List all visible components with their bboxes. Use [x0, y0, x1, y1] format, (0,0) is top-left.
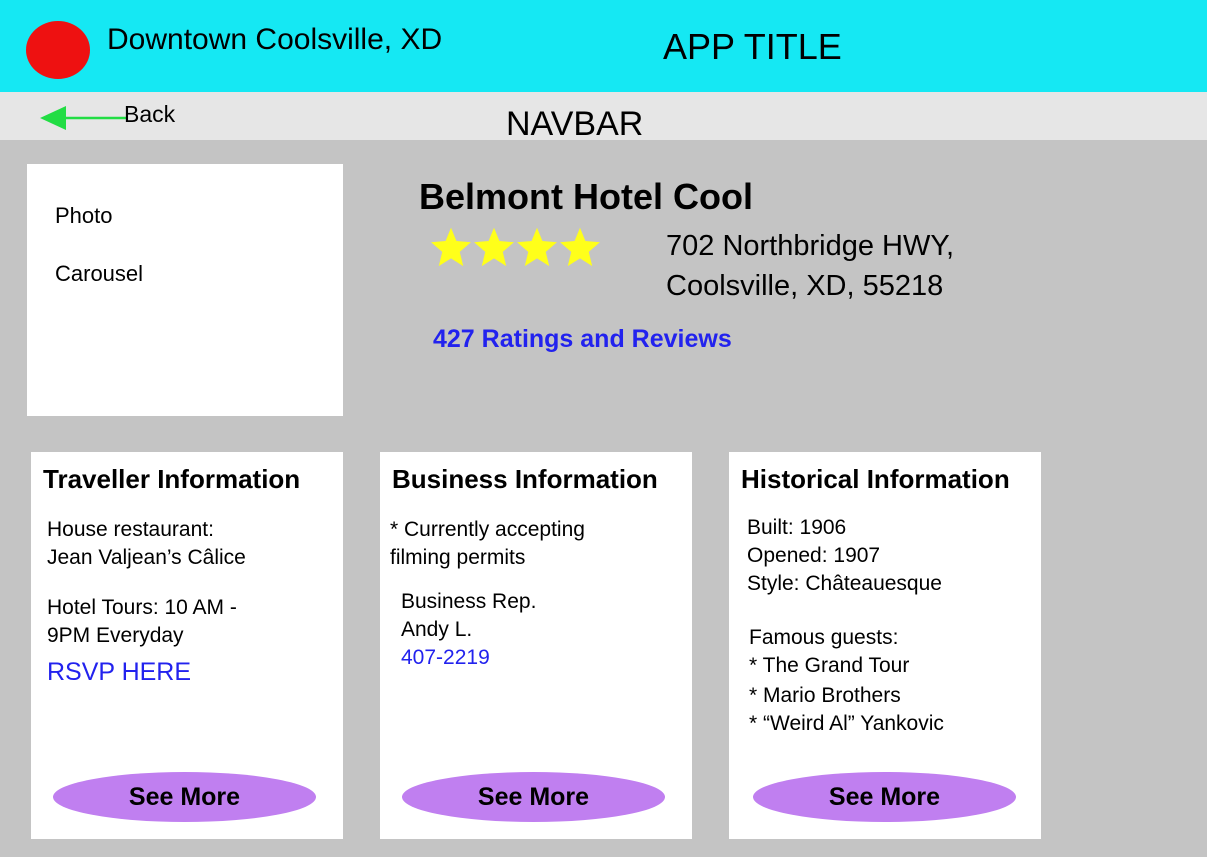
carousel-label-line2: Carousel — [55, 261, 144, 286]
card-title: Historical Information — [741, 464, 1010, 494]
back-label: Back — [124, 101, 176, 127]
card-line: Famous guests: — [749, 626, 899, 649]
historical-info-card: Historical Information Built: 1906 Opene… — [729, 452, 1041, 839]
traveller-info-card: Traveller Information House restaurant: … — [31, 452, 343, 839]
star-icon — [474, 227, 514, 267]
see-more-button[interactable]: See More — [53, 772, 316, 822]
carousel-label-line1: Photo — [55, 203, 113, 228]
card-line: Business Rep. — [401, 590, 537, 613]
address-line1: 702 Northbridge HWY, — [666, 230, 955, 262]
card-line: * “Weird Al” Yankovic — [749, 712, 944, 735]
card-line: 9PM Everyday — [47, 624, 184, 647]
navbar-title: NAVBAR — [506, 105, 644, 143]
card-line: Andy L. — [401, 618, 473, 641]
card-line: * The Grand Tour — [749, 654, 910, 677]
hotel-name: Belmont Hotel Cool — [419, 176, 753, 217]
business-info-card: Business Information * Currently accepti… — [380, 452, 692, 839]
see-more-button[interactable]: See More — [402, 772, 665, 822]
photo-carousel[interactable]: Photo Carousel — [27, 164, 343, 416]
card-line: Opened: 1907 — [747, 544, 881, 567]
hotel-address: 702 Northbridge HWY, Coolsville, XD, 552… — [666, 226, 954, 306]
card-line: Jean Valjean’s Câlice — [47, 546, 246, 569]
location-label: Downtown Coolsville, XD — [107, 23, 443, 56]
card-line: House restaurant: — [47, 518, 214, 541]
address-line2: Coolsville, XD, 55218 — [666, 270, 944, 302]
star-rating — [430, 226, 602, 272]
card-title: Traveller Information — [43, 464, 301, 494]
back-arrow-icon — [40, 106, 126, 130]
card-line: * Currently accepting — [390, 518, 585, 541]
ratings-reviews-link[interactable]: 427 Ratings and Reviews — [433, 324, 732, 354]
card-line: * Mario Brothers — [749, 684, 901, 707]
star-icon — [560, 227, 600, 267]
card-line: filming permits — [390, 546, 526, 569]
card-title: Business Information — [392, 464, 658, 494]
phone-link[interactable]: 407-2219 — [401, 644, 490, 672]
back-button[interactable]: Back — [38, 97, 198, 137]
app-title: APP TITLE — [663, 26, 842, 67]
avatar[interactable] — [26, 21, 90, 79]
star-icon — [517, 227, 557, 267]
card-line: Hotel Tours: 10 AM - — [47, 596, 237, 619]
rsvp-link[interactable]: RSVP HERE — [47, 656, 191, 688]
see-more-button[interactable]: See More — [753, 772, 1016, 822]
star-icon — [431, 227, 471, 267]
card-line: Built: 1906 — [747, 516, 847, 539]
card-line: Style: Châteauesque — [747, 572, 942, 595]
